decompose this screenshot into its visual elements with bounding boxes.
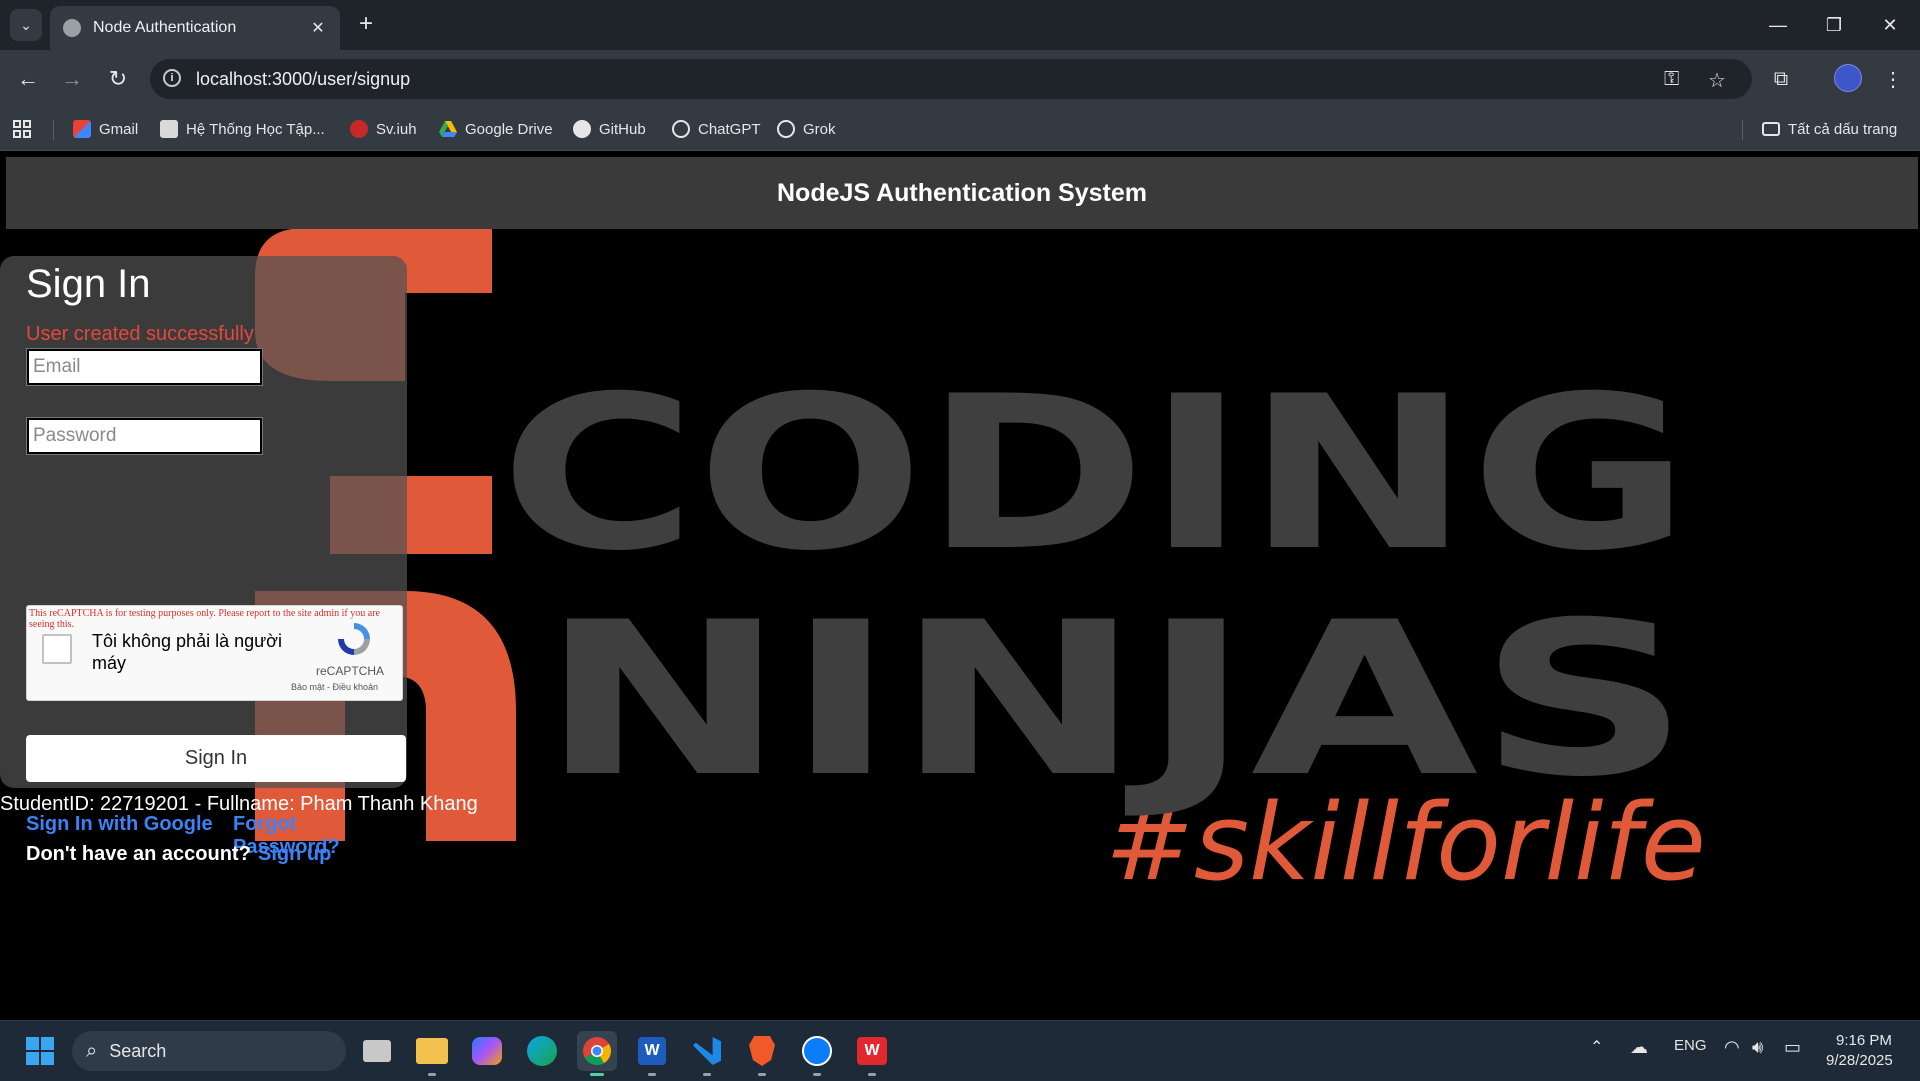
google-drive-icon	[439, 121, 457, 137]
battery-icon[interactable]: ▭	[1784, 1037, 1801, 1058]
bookmarks-bar: Gmail Hệ Thống Học Tập... Sv.iuh Google …	[0, 108, 1920, 151]
chrome-icon[interactable]	[577, 1031, 617, 1076]
app-header-title: NodeJS Authentication System	[777, 178, 1147, 207]
recaptcha-brand: reCAPTCHA	[316, 664, 385, 678]
tab-title: Node Authentication	[93, 19, 237, 36]
email-field[interactable]	[26, 348, 263, 386]
more-menu-icon[interactable]: ⋮	[1878, 64, 1908, 94]
clock-time[interactable]: 9:16 PM	[1836, 1032, 1892, 1049]
folder-icon	[1762, 122, 1780, 136]
all-bookmarks-label: Tất cả dấu trang	[1788, 120, 1898, 138]
reload-icon[interactable]: ↻	[102, 63, 134, 95]
svIUH-icon	[350, 120, 368, 138]
browser-tab-active[interactable]: Node Authentication ✕	[50, 6, 340, 50]
bookmark-grok[interactable]: Grok	[777, 116, 836, 142]
windows-start-icon[interactable]	[20, 1031, 60, 1071]
grok-icon	[777, 120, 795, 138]
bookmark-chatgpt[interactable]: ChatGPT	[672, 116, 761, 142]
google-signin-link[interactable]: Sign In with Google	[26, 813, 213, 836]
task-view-icon[interactable]	[357, 1031, 397, 1071]
apps-grid-icon[interactable]	[12, 116, 32, 142]
wifi-icon[interactable]: ◠	[1724, 1037, 1740, 1058]
file-explorer-icon[interactable]	[412, 1031, 452, 1076]
volume-icon[interactable]: 🔊︎	[1752, 1037, 1763, 1058]
close-tab-icon[interactable]: ✕	[306, 18, 330, 38]
bookmark-lms[interactable]: Hệ Thống Học Tập...	[160, 116, 325, 142]
key-icon[interactable]: ⚿	[1664, 68, 1679, 91]
taskbar: ⌕ Search W W ⌃ ☁ ENG ◠ 🔊︎ ▭ 9:16 PM 9/28…	[0, 1020, 1920, 1081]
new-tab-button[interactable]: +	[352, 11, 380, 39]
bookmark-sviuh[interactable]: Sv.iuh	[350, 116, 417, 142]
student-info: StudentID: 22719201 - Fullname: Pham Tha…	[0, 793, 478, 815]
browser-toolbar: ← → ↻ i localhost:3000/user/signup ⚿ ☆ ⧉…	[0, 50, 1920, 108]
language-indicator[interactable]: ENG	[1674, 1037, 1707, 1054]
site-info-icon[interactable]: i	[163, 69, 181, 87]
all-bookmarks-folder[interactable]: Tất cả dấu trang	[1762, 116, 1897, 142]
bookmark-separator	[53, 120, 54, 140]
address-bar[interactable]: i localhost:3000/user/signup ⚿ ☆	[150, 59, 1752, 99]
bookmark-github[interactable]: GitHub	[573, 116, 646, 142]
brave-icon[interactable]	[742, 1031, 782, 1076]
chatgpt-icon	[672, 120, 690, 138]
signin-title: Sign In	[26, 262, 151, 306]
star-bookmark-icon[interactable]: ☆	[1708, 68, 1726, 93]
back-arrow-icon[interactable]: ←	[12, 63, 44, 95]
bookmark-label: ChatGPT	[698, 120, 761, 138]
taskbar-search[interactable]: ⌕ Search	[72, 1031, 346, 1071]
wps-office-icon[interactable]: W	[852, 1031, 892, 1076]
vscode-icon[interactable]	[687, 1031, 727, 1076]
onedrive-cloud-icon[interactable]: ☁	[1630, 1037, 1648, 1058]
search-icon: ⌕	[86, 1039, 98, 1062]
github-icon	[573, 120, 591, 138]
signin-button[interactable]: Sign In	[26, 735, 406, 782]
signin-card: Sign In User created successfully This r…	[0, 256, 407, 865]
search-label: Search	[109, 1040, 167, 1061]
bookmark-label: Google Drive	[465, 120, 553, 138]
bookmark-label: Grok	[803, 120, 836, 138]
logo-line-ninjas: NINJAS	[540, 576, 1690, 823]
success-message: User created successfully	[26, 323, 254, 345]
word-icon[interactable]: W	[632, 1031, 672, 1076]
signup-link[interactable]: Sign up	[258, 843, 331, 866]
recaptcha-terms-link[interactable]: Bảo mật - Điều khoản	[291, 682, 378, 692]
page-viewport: #skillforlife CODING NINJAS NodeJS Authe…	[0, 151, 1920, 1019]
globe-icon	[63, 19, 81, 37]
recaptcha-checkbox[interactable]	[42, 634, 72, 664]
bookmark-gmail[interactable]: Gmail	[73, 116, 138, 142]
bookmark-label: GitHub	[599, 120, 646, 138]
browser-tabbar: ⌄ Node Authentication ✕ + — ❐ ✕	[0, 0, 1920, 50]
clock-date[interactable]: 9/28/2025	[1826, 1052, 1893, 1069]
profile-avatar[interactable]	[1834, 64, 1862, 92]
edge-icon[interactable]	[522, 1031, 562, 1071]
copilot-icon[interactable]	[467, 1031, 507, 1071]
restore-icon[interactable]: ❐	[1806, 0, 1862, 50]
extensions-icon[interactable]: ⧉	[1766, 64, 1796, 94]
recaptcha-widget: This reCAPTCHA is for testing purposes o…	[26, 605, 403, 701]
bookmark-google-drive[interactable]: Google Drive	[439, 116, 553, 142]
bookmark-label: Gmail	[99, 120, 139, 138]
gmail-icon	[73, 120, 91, 138]
minimize-icon[interactable]: —	[1750, 0, 1806, 50]
bookmark-label: Hệ Thống Học Tập...	[186, 120, 325, 138]
show-hidden-icons-chevron-icon[interactable]: ⌃	[1590, 1037, 1603, 1057]
url-text[interactable]: localhost:3000/user/signup	[196, 69, 410, 90]
bookmark-separator	[1742, 120, 1743, 140]
logo-line-coding: CODING	[500, 350, 1690, 597]
recaptcha-label: Tôi không phải là người máy	[92, 631, 282, 673]
no-account-text: Don't have an account?	[26, 843, 251, 865]
lms-icon	[160, 120, 178, 138]
password-field[interactable]	[26, 417, 263, 455]
forward-arrow-icon[interactable]: →	[56, 63, 88, 95]
close-window-icon[interactable]: ✕	[1862, 0, 1918, 50]
zalo-icon[interactable]	[797, 1031, 837, 1076]
bookmark-label: Sv.iuh	[376, 120, 417, 138]
app-header: NodeJS Authentication System	[6, 157, 1918, 229]
recaptcha-logo-icon	[338, 623, 370, 655]
tab-search-button[interactable]: ⌄	[10, 9, 42, 41]
